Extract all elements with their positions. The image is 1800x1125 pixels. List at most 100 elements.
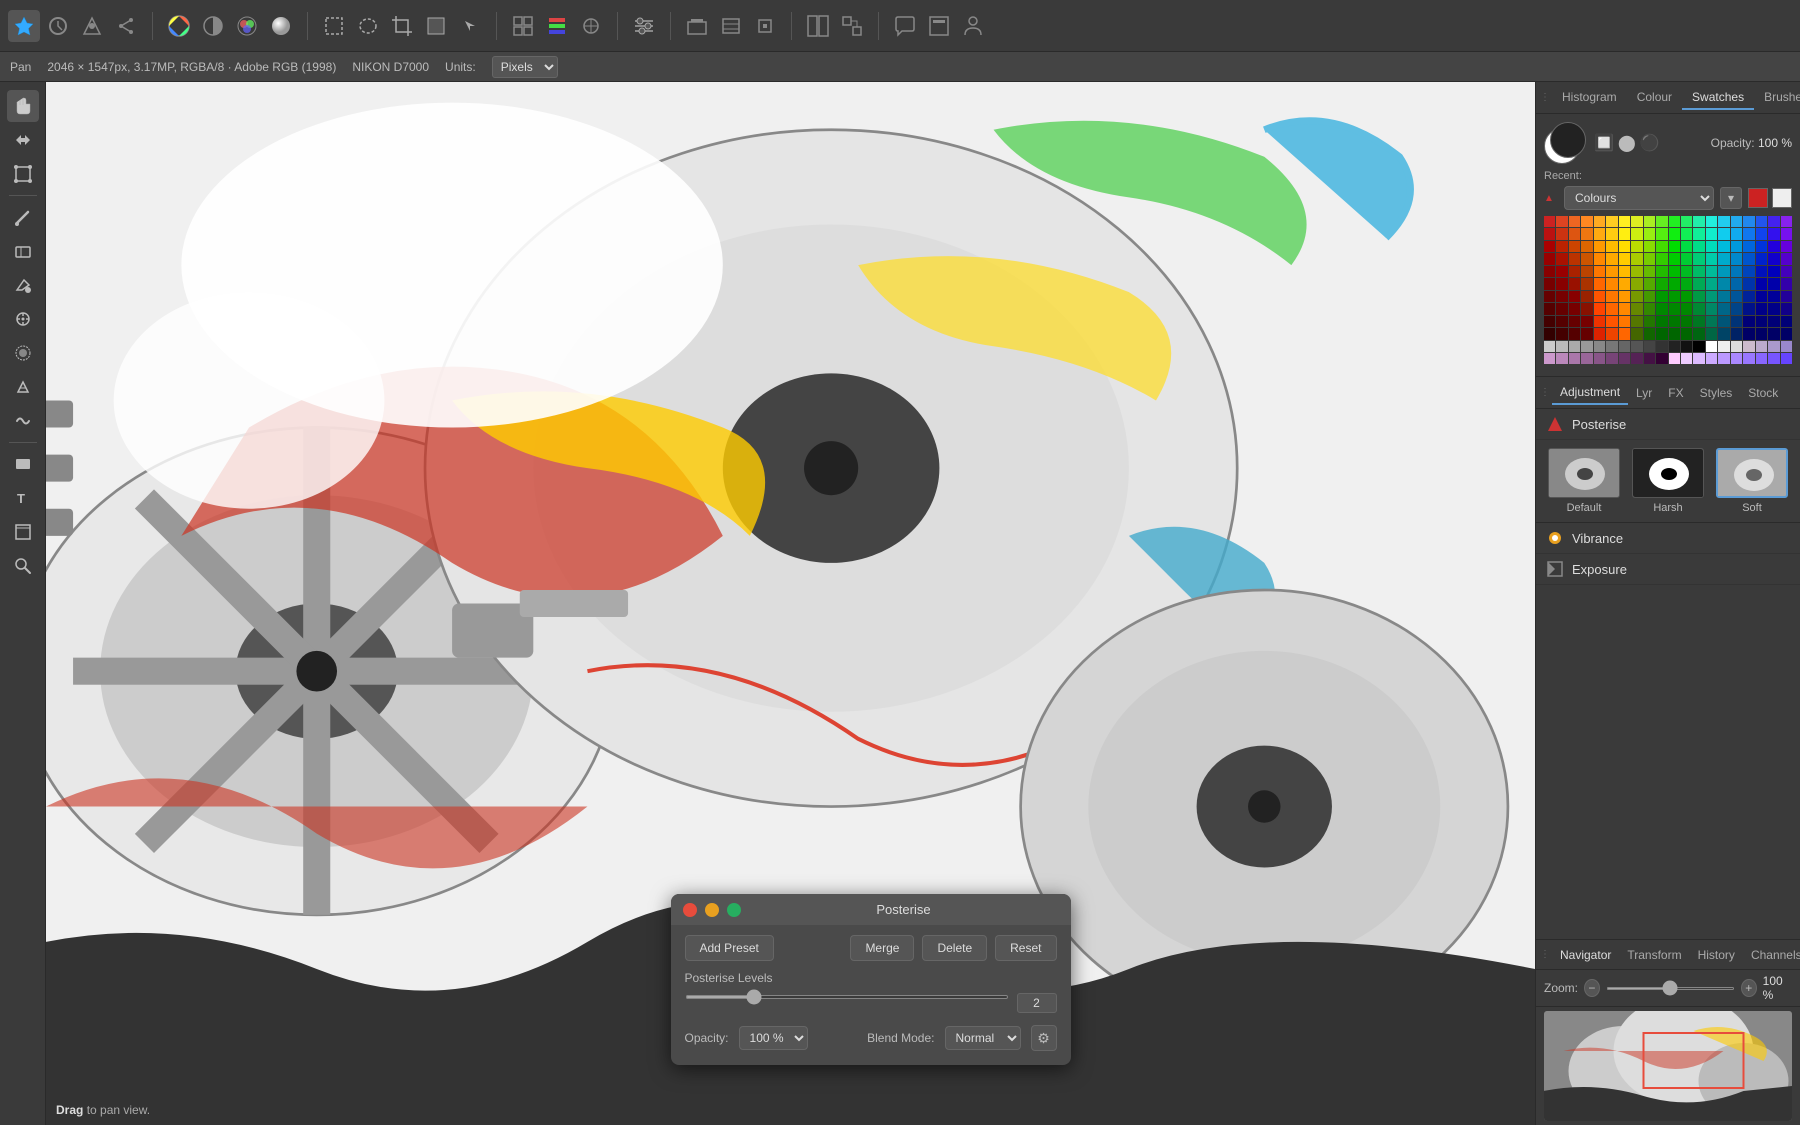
units-select[interactable]: Pixels Inches mm bbox=[492, 56, 558, 78]
color-swatch-cell[interactable] bbox=[1544, 316, 1555, 327]
color-swatch-cell[interactable] bbox=[1631, 328, 1642, 339]
color-swatch-cell[interactable] bbox=[1756, 291, 1767, 302]
color-swatch-cell[interactable] bbox=[1743, 241, 1754, 252]
color-swatch-cell[interactable] bbox=[1656, 341, 1667, 352]
color-swatch-cell[interactable] bbox=[1781, 228, 1792, 239]
color-swatch-cell[interactable] bbox=[1669, 291, 1680, 302]
color-swatch-cell[interactable] bbox=[1743, 303, 1754, 314]
color-swatch-cell[interactable] bbox=[1731, 353, 1742, 364]
color-swatch-cell[interactable] bbox=[1556, 303, 1567, 314]
opacity-select[interactable]: 100 % 75 % 50 % 25 % bbox=[739, 1026, 808, 1050]
color-swatch-cell[interactable] bbox=[1594, 341, 1605, 352]
color-swatch-cell[interactable] bbox=[1706, 328, 1717, 339]
color-swatch-cell[interactable] bbox=[1594, 353, 1605, 364]
color-swatch-cell[interactable] bbox=[1768, 291, 1779, 302]
share-btn[interactable] bbox=[110, 10, 142, 42]
layer-visibility-btn[interactable] bbox=[749, 10, 781, 42]
color-swatch-cell[interactable] bbox=[1581, 316, 1592, 327]
color-swatch-cell[interactable] bbox=[1619, 278, 1630, 289]
color-swatch-cell[interactable] bbox=[1731, 216, 1742, 227]
color-swatch-cell[interactable] bbox=[1669, 328, 1680, 339]
color-swatch-cell[interactable] bbox=[1644, 328, 1655, 339]
color-swatch-cell[interactable] bbox=[1544, 341, 1555, 352]
tab-brushes[interactable]: Brushes bbox=[1754, 86, 1800, 110]
color-swatch-cell[interactable] bbox=[1743, 216, 1754, 227]
preset-harsh[interactable]: Harsh bbox=[1628, 448, 1708, 514]
adjustments-btn[interactable] bbox=[628, 10, 660, 42]
color-swatch-cell[interactable] bbox=[1556, 291, 1567, 302]
dialog-maximize-btn[interactable] bbox=[727, 903, 741, 917]
color-swatch-cell[interactable] bbox=[1606, 303, 1617, 314]
color-swatch-cell[interactable] bbox=[1656, 216, 1667, 227]
speech-btn[interactable] bbox=[889, 10, 921, 42]
color-swatch-cell[interactable] bbox=[1619, 341, 1630, 352]
dialog-close-btn[interactable] bbox=[683, 903, 697, 917]
shadow-tool[interactable] bbox=[7, 371, 39, 403]
color-swatch-cell[interactable] bbox=[1544, 303, 1555, 314]
color-swatch-cell[interactable] bbox=[1743, 228, 1754, 239]
fill-tool[interactable] bbox=[7, 269, 39, 301]
color-swatch-cell[interactable] bbox=[1756, 341, 1767, 352]
color-swatch-cell[interactable] bbox=[1768, 228, 1779, 239]
color-swatch-cell[interactable] bbox=[1569, 291, 1580, 302]
color-swatch-cell[interactable] bbox=[1656, 328, 1667, 339]
color-swatch-cell[interactable] bbox=[1644, 266, 1655, 277]
develop-btn[interactable] bbox=[76, 10, 108, 42]
color-swatch-cell[interactable] bbox=[1619, 253, 1630, 264]
color-swatch-cell[interactable] bbox=[1781, 253, 1792, 264]
color-swatch-cell[interactable] bbox=[1631, 353, 1642, 364]
color-swatch-cell[interactable] bbox=[1718, 253, 1729, 264]
swatch-red[interactable] bbox=[1748, 188, 1768, 208]
color-swatch-cell[interactable] bbox=[1756, 316, 1767, 327]
tab-channels[interactable]: Channels bbox=[1743, 944, 1800, 966]
color-swatch-cell[interactable] bbox=[1581, 253, 1592, 264]
grid-view-btn[interactable] bbox=[507, 10, 539, 42]
color-swatch-cell[interactable] bbox=[1731, 266, 1742, 277]
color-swatch-cell[interactable] bbox=[1681, 353, 1692, 364]
color-swatch-cell[interactable] bbox=[1606, 328, 1617, 339]
person-btn[interactable] bbox=[957, 10, 989, 42]
liquify-tool[interactable] bbox=[7, 405, 39, 437]
color-swatch-cell[interactable] bbox=[1594, 328, 1605, 339]
color-swatch-cell[interactable] bbox=[1706, 266, 1717, 277]
color-swatch-cell[interactable] bbox=[1768, 266, 1779, 277]
color-swatch-cell[interactable] bbox=[1693, 316, 1704, 327]
color-swatch-cell[interactable] bbox=[1731, 341, 1742, 352]
color-swatch-cell[interactable] bbox=[1631, 266, 1642, 277]
color-swatch-cell[interactable] bbox=[1781, 316, 1792, 327]
artboard-tool[interactable] bbox=[7, 516, 39, 548]
text-tool[interactable]: T bbox=[7, 482, 39, 514]
color-swatch-cell[interactable] bbox=[1706, 216, 1717, 227]
preset-default[interactable]: Default bbox=[1544, 448, 1624, 514]
hsl-btn[interactable] bbox=[231, 10, 263, 42]
color-swatch-cell[interactable] bbox=[1606, 316, 1617, 327]
color-swatch-cell[interactable] bbox=[1669, 253, 1680, 264]
color-swatch-cell[interactable] bbox=[1768, 216, 1779, 227]
color-swatch-cell[interactable] bbox=[1544, 291, 1555, 302]
color-swatch-cell[interactable] bbox=[1693, 253, 1704, 264]
dialog-minimize-btn[interactable] bbox=[705, 903, 719, 917]
color-swatch-cell[interactable] bbox=[1631, 278, 1642, 289]
color-swatch-cell[interactable] bbox=[1743, 278, 1754, 289]
color-swatch-cell[interactable] bbox=[1556, 341, 1567, 352]
arrange-btn[interactable] bbox=[836, 10, 868, 42]
zoom-tool[interactable] bbox=[7, 550, 39, 582]
color-swatch-cell[interactable] bbox=[1619, 241, 1630, 252]
color-swatch-cell[interactable] bbox=[1581, 266, 1592, 277]
blend-select[interactable]: Normal Multiply Screen Overlay bbox=[945, 1026, 1021, 1050]
color-swatch-cell[interactable] bbox=[1569, 278, 1580, 289]
color-swatch-cell[interactable] bbox=[1581, 328, 1592, 339]
color-swatch-cell[interactable] bbox=[1569, 241, 1580, 252]
color-swatch-cell[interactable] bbox=[1756, 253, 1767, 264]
color-swatch-cell[interactable] bbox=[1569, 253, 1580, 264]
zoom-out-btn[interactable]: − bbox=[1584, 979, 1600, 997]
color-swatch-cell[interactable] bbox=[1768, 353, 1779, 364]
color-swatch-cell[interactable] bbox=[1581, 216, 1592, 227]
color-dot[interactable]: ⚫ bbox=[1640, 133, 1660, 153]
color-swatch-cell[interactable] bbox=[1681, 303, 1692, 314]
tab-transform[interactable]: Transform bbox=[1619, 944, 1689, 966]
color-swatch-cell[interactable] bbox=[1743, 266, 1754, 277]
adj-vibrance[interactable]: Vibrance bbox=[1536, 523, 1800, 554]
color-swatch-cell[interactable] bbox=[1706, 291, 1717, 302]
color-swatch-cell[interactable] bbox=[1631, 316, 1642, 327]
